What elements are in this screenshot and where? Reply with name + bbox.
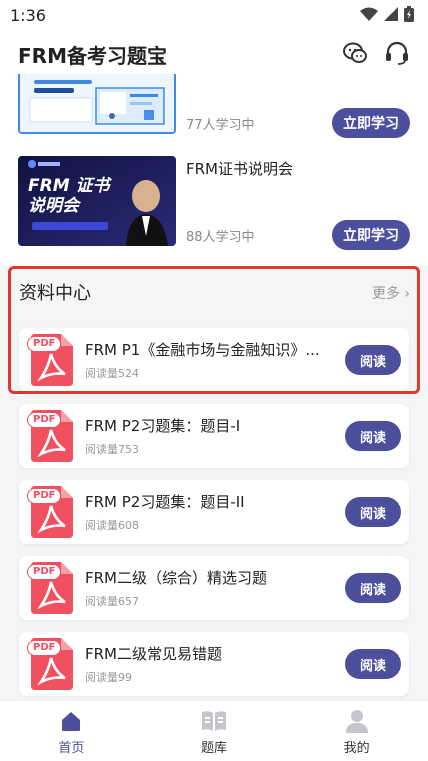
nav-label: 题库: [201, 741, 228, 756]
study-now-button[interactable]: 立即学习: [332, 108, 410, 138]
status-bar: 1:36: [0, 0, 428, 32]
course-card[interactable]: FRM 证书说明会 FRM证书说明会 88人学习中 立即学习: [0, 146, 428, 266]
wechat-icon[interactable]: [340, 38, 370, 68]
material-item[interactable]: PDF FRM P2习题集：题目-I 阅读量753 阅读: [19, 404, 409, 468]
pdf-badge: PDF: [27, 564, 62, 580]
pdf-badge: PDF: [27, 412, 62, 428]
pdf-icon: PDF: [27, 486, 75, 538]
bottom-nav: 首页 题库 我的: [0, 700, 428, 761]
read-button[interactable]: 阅读: [345, 421, 401, 451]
course-learners: 77人学习中: [186, 118, 255, 133]
material-item[interactable]: PDF FRM P2习题集：题目-II 阅读量608 阅读: [19, 480, 409, 544]
material-reads: 阅读量657: [85, 595, 139, 608]
nav-item-home[interactable]: 首页: [0, 701, 143, 761]
material-name: FRM二级（综合）精选习题: [85, 569, 267, 587]
read-button[interactable]: 阅读: [345, 497, 401, 527]
pdf-badge: PDF: [27, 488, 62, 504]
read-button[interactable]: 阅读: [345, 573, 401, 603]
material-name: FRM二级常见易错题: [85, 645, 222, 663]
material-reads: 阅读量99: [85, 671, 132, 684]
material-item[interactable]: PDF FRM二级常见易错题 阅读量99 阅读: [19, 632, 409, 696]
status-icons: [360, 6, 414, 22]
book-icon: [202, 711, 226, 731]
main-content[interactable]: 77人学习中 立即学习 FRM 证书说明会 FRM证书说明会 88人学习中 立即…: [0, 74, 428, 700]
material-reads: 阅读量608: [85, 519, 139, 532]
highlight-box: [8, 266, 420, 394]
read-button[interactable]: 阅读: [345, 649, 401, 679]
course-title: FRM证书说明会: [186, 160, 293, 178]
user-icon: [345, 710, 368, 733]
signal-icon: [384, 7, 398, 21]
course-thumbnail-title: FRM 证书说明会: [28, 176, 110, 216]
course-thumbnail: FRM 证书说明会: [18, 156, 176, 246]
status-time: 1:36: [10, 6, 46, 25]
course-thumbnail: [18, 74, 176, 134]
course-learners: 88人学习中: [186, 230, 255, 245]
nav-label: 首页: [58, 741, 85, 756]
nav-item-profile[interactable]: 我的: [285, 701, 428, 761]
nav-label: 我的: [343, 741, 370, 756]
course-card[interactable]: 77人学习中 立即学习: [0, 74, 428, 146]
battery-icon: [404, 6, 414, 22]
pdf-badge: PDF: [27, 640, 62, 656]
pdf-icon: PDF: [27, 562, 75, 614]
material-name: FRM P2习题集：题目-I: [85, 417, 241, 435]
material-item[interactable]: PDF FRM二级（综合）精选习题 阅读量657 阅读: [19, 556, 409, 620]
pdf-icon: PDF: [27, 638, 75, 690]
material-name: FRM P2习题集：题目-II: [85, 493, 245, 511]
material-reads: 阅读量753: [85, 443, 139, 456]
pdf-icon: PDF: [27, 410, 75, 462]
app-header: FRM备考习题宝: [0, 32, 428, 74]
study-now-button[interactable]: 立即学习: [332, 220, 410, 250]
nav-item-question-bank[interactable]: 题库: [143, 701, 286, 761]
wifi-icon: [360, 7, 378, 21]
app-title: FRM备考习题宝: [18, 44, 167, 68]
home-icon: [62, 712, 81, 731]
customer-service-icon[interactable]: [382, 38, 412, 68]
